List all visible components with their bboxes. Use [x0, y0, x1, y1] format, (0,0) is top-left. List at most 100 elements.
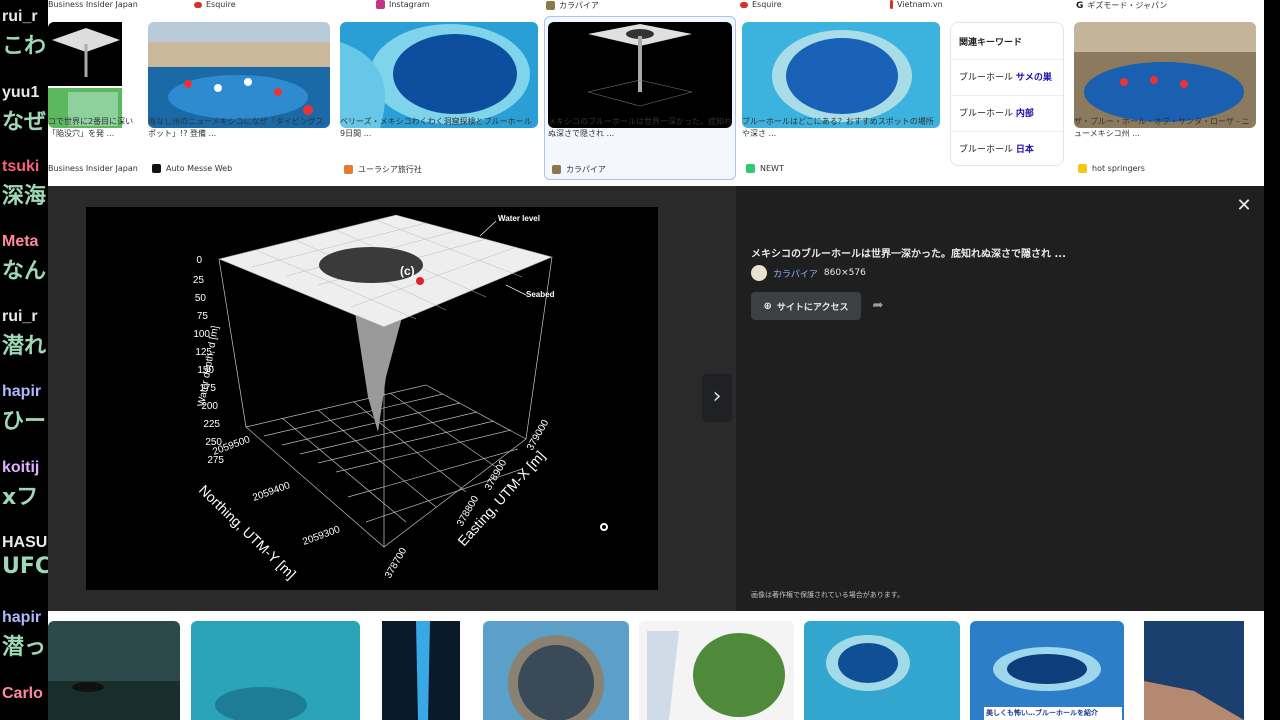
share-button[interactable]: ➦ — [868, 296, 888, 316]
result-source[interactable]: ユーラシア旅行社 — [344, 164, 422, 175]
result-thumbnail[interactable]: 美しくも怖い…ブルーホールを紹介 — [970, 621, 1124, 720]
related-keywords-title: 関連キーワード — [959, 38, 1023, 48]
related-keyword-item[interactable]: ブルーホール サメの巣 — [951, 59, 1063, 95]
chat-user: Meta — [2, 233, 39, 250]
result-caption[interactable]: ザ・ブルー・ホール・オブ・サンタ・ローザ - ニューメキシコ州 ... — [1074, 116, 1256, 142]
chat-message: なぜ — [2, 110, 47, 135]
chat-entry: hapir ひー — [2, 383, 48, 435]
source-label: カラパイア — [559, 1, 599, 10]
source-label: Business Insider Japan — [48, 0, 138, 9]
result-thumbnail[interactable] — [148, 22, 330, 128]
result-thumbnail[interactable] — [483, 621, 629, 720]
result-thumbnail[interactable] — [48, 621, 180, 720]
keyword-bold: サメの巣 — [1015, 73, 1052, 83]
source-label: Vietnam.vn — [897, 0, 943, 9]
chat-entry: rui_r 潜れ — [2, 308, 48, 360]
blue-hole-photo — [742, 22, 940, 128]
next-image-button[interactable]: › — [702, 374, 732, 422]
result-source[interactable]: Business Insider Japan — [48, 0, 138, 9]
source-label: Instagram — [389, 0, 430, 9]
preview-image-area: Water level Seabed (c) 0 25 50 75 100 12… — [48, 186, 736, 611]
result-thumbnail[interactable] — [1074, 22, 1256, 128]
google-g-icon: G — [1076, 0, 1084, 11]
thumbnail-banner-text: 美しくも怖い…ブルーホールを紹介 — [986, 709, 1098, 717]
chat-user: HASU — [2, 534, 48, 551]
close-button[interactable]: ✕ — [1234, 196, 1254, 216]
source-label: Esquire — [206, 0, 236, 9]
source-label: Business Insider Japan — [48, 164, 138, 173]
chat-user: hapir — [2, 383, 42, 400]
chat-message: ひー — [2, 409, 47, 434]
result-caption[interactable]: コで世界に2番目に深い「陥没穴」を発 ... — [48, 116, 136, 142]
diver-photo — [48, 621, 180, 720]
result-source[interactable]: Vietnam.vn — [890, 0, 943, 9]
preview-image[interactable]: Water level Seabed (c) 0 25 50 75 100 12… — [86, 207, 658, 590]
visit-site-button[interactable]: ⊕ サイトにアクセス — [751, 292, 861, 320]
result-caption[interactable]: ベリーズ・メキシコわくわく洞窟探検とブルーホール 9日間 ... — [340, 116, 538, 142]
chat-user: rui_r — [2, 8, 38, 25]
result-source[interactable]: NEWT — [746, 164, 784, 173]
result-caption[interactable]: ブルーホールはどこにある？おすすめスポットの場所や深さ ... — [742, 116, 940, 142]
water-level-label: Water level — [498, 214, 540, 223]
result-source[interactable]: Esquire — [740, 0, 782, 9]
z-tick: 225 — [203, 419, 220, 430]
chat-message: 深海 — [2, 184, 47, 209]
bathymetry-3d-figure: Water level Seabed (c) 0 25 50 75 100 12… — [86, 207, 658, 590]
eurasia-favicon-icon — [344, 165, 353, 174]
result-thumbnail[interactable] — [639, 621, 794, 720]
chat-message: なん — [2, 259, 47, 284]
result-thumbnail-selected[interactable] — [548, 22, 732, 128]
newt-favicon-icon — [746, 164, 755, 173]
karapaia-favicon-icon — [546, 1, 555, 10]
result-source[interactable]: Instagram — [376, 0, 430, 9]
preview-title[interactable]: メキシコのブルーホールは世界一深かった。底知れぬ深さで隠され ... — [751, 245, 1066, 260]
panel-label: (c) — [400, 264, 415, 278]
chat-entry: Carlo — [2, 685, 48, 705]
result-source[interactable]: hot springers — [1078, 164, 1145, 173]
result-thumbnail[interactable] — [48, 22, 138, 128]
blue-hole-aerial-photo — [340, 22, 538, 128]
blue-hole-banner-photo — [970, 621, 1124, 720]
aerial-sea-photo — [191, 621, 360, 720]
preview-source[interactable]: カラパイア — [773, 267, 818, 280]
karapaia-favicon-icon — [751, 265, 767, 281]
result-source[interactable]: Business Insider Japan — [48, 164, 138, 173]
result-thumbnail[interactable] — [1134, 621, 1254, 720]
keyword-bold: 内部 — [1015, 109, 1034, 119]
chat-entry: yuu1 なぜ — [2, 84, 48, 136]
chat-entry: HASU UFC — [2, 534, 48, 579]
close-icon: ✕ — [1236, 195, 1252, 216]
z-tick: 0 — [196, 255, 202, 266]
source-label: ユーラシア旅行社 — [358, 165, 422, 174]
result-thumbnail[interactable] — [191, 621, 360, 720]
sinkhole-rocks-photo — [1144, 621, 1244, 720]
hotspringers-favicon-icon — [1078, 164, 1087, 173]
automesse-favicon-icon — [152, 164, 161, 173]
related-keyword-item[interactable]: ブルーホール 日本 — [951, 131, 1063, 167]
right-edge — [1264, 0, 1280, 720]
vietnam-favicon-icon — [890, 0, 893, 9]
chat-message: こわ — [2, 34, 47, 59]
chat-entry: koitij xフ — [2, 459, 48, 511]
result-source[interactable]: G ギズモード・ジャパン — [1076, 0, 1167, 11]
result-source[interactable]: Auto Messe Web — [152, 164, 232, 173]
result-thumbnail[interactable] — [804, 621, 960, 720]
result-thumbnail[interactable] — [742, 22, 940, 128]
result-caption[interactable]: 海なし州のニューメキシコになぜ「ダイビングスポット」!? 登備 ... — [148, 116, 330, 142]
chat-entry: Meta なん — [2, 233, 48, 285]
instagram-icon — [376, 0, 385, 9]
result-source[interactable]: Esquire — [194, 0, 236, 9]
result-thumbnail[interactable] — [370, 621, 472, 720]
karapaia-favicon-icon — [552, 165, 561, 174]
related-keyword-item[interactable]: ブルーホール 内部 — [951, 95, 1063, 131]
result-thumbnail[interactable] — [340, 22, 538, 128]
chat-user: Carlo — [2, 685, 43, 702]
chat-overlay: rui_r こわ yuu1 なぜ tsuki 深海 Meta なん rui_r … — [0, 0, 48, 720]
chat-message: UFC — [2, 554, 48, 579]
result-caption[interactable]: メキシコのブルーホールは世界一深かった。底知れぬ深さで隠され ... — [548, 116, 732, 142]
marker-point — [416, 277, 424, 285]
preview-dimensions: 860×576 — [823, 268, 866, 278]
visit-site-label: サイトにアクセス — [776, 302, 849, 313]
result-source[interactable]: カラパイア — [552, 164, 606, 175]
result-source[interactable]: カラパイア — [546, 0, 599, 11]
